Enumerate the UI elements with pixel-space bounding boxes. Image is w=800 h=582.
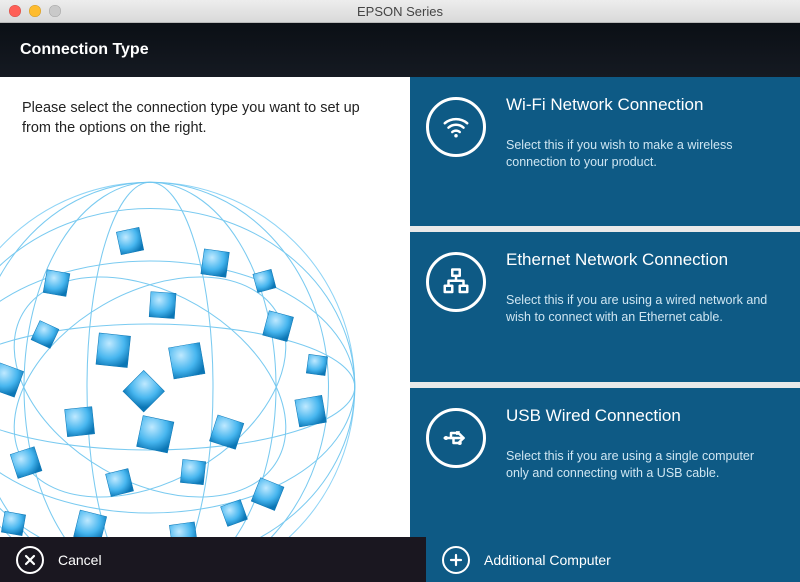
usb-icon [426, 408, 486, 468]
option-wifi-desc: Select this if you wish to make a wirele… [506, 137, 780, 171]
connection-options: Wi-Fi Network Connection Select this if … [410, 77, 800, 537]
option-usb-title: USB Wired Connection [506, 406, 780, 426]
zoom-window-button [49, 5, 61, 17]
ethernet-icon [426, 252, 486, 312]
option-ethernet-desc: Select this if you are using a wired net… [506, 292, 780, 326]
network-globe-illustration [0, 177, 360, 537]
footer: Cancel Additional Computer [0, 537, 800, 582]
app-root: Connection Type Please select the connec… [0, 23, 800, 582]
instruction-text: Please select the connection type you wa… [0, 77, 410, 138]
minimize-window-button[interactable] [29, 5, 41, 17]
window-title: EPSON Series [0, 4, 800, 19]
page-title: Connection Type [20, 41, 149, 59]
additional-computer-button[interactable]: Additional Computer [426, 537, 800, 582]
window-controls [0, 5, 61, 17]
plus-icon [442, 546, 470, 574]
option-wifi[interactable]: Wi-Fi Network Connection Select this if … [410, 77, 800, 226]
window-titlebar: EPSON Series [0, 0, 800, 23]
additional-computer-label: Additional Computer [484, 552, 611, 568]
close-icon [16, 546, 44, 574]
option-usb[interactable]: USB Wired Connection Select this if you … [410, 388, 800, 537]
instruction-pane: Please select the connection type you wa… [0, 77, 410, 537]
option-ethernet[interactable]: Ethernet Network Connection Select this … [410, 232, 800, 381]
wifi-icon [426, 97, 486, 157]
close-window-button[interactable] [9, 5, 21, 17]
option-usb-desc: Select this if you are using a single co… [506, 448, 780, 482]
option-ethernet-title: Ethernet Network Connection [506, 250, 780, 270]
body: Please select the connection type you wa… [0, 77, 800, 537]
cancel-label: Cancel [58, 552, 102, 568]
option-wifi-title: Wi-Fi Network Connection [506, 95, 780, 115]
page-header: Connection Type [0, 23, 800, 77]
cancel-button[interactable]: Cancel [0, 537, 426, 582]
